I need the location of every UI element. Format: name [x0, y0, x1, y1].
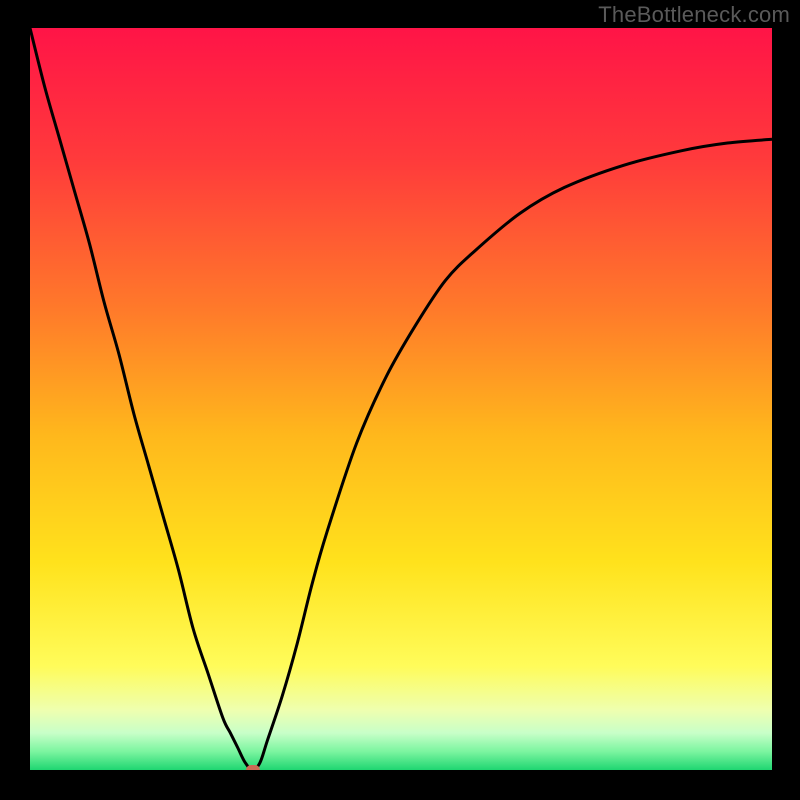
chart-frame: TheBottleneck.com — [0, 0, 800, 800]
bottleneck-curve — [30, 28, 772, 770]
plot-area — [30, 28, 772, 770]
min-marker — [246, 765, 260, 770]
watermark-text: TheBottleneck.com — [598, 2, 790, 28]
